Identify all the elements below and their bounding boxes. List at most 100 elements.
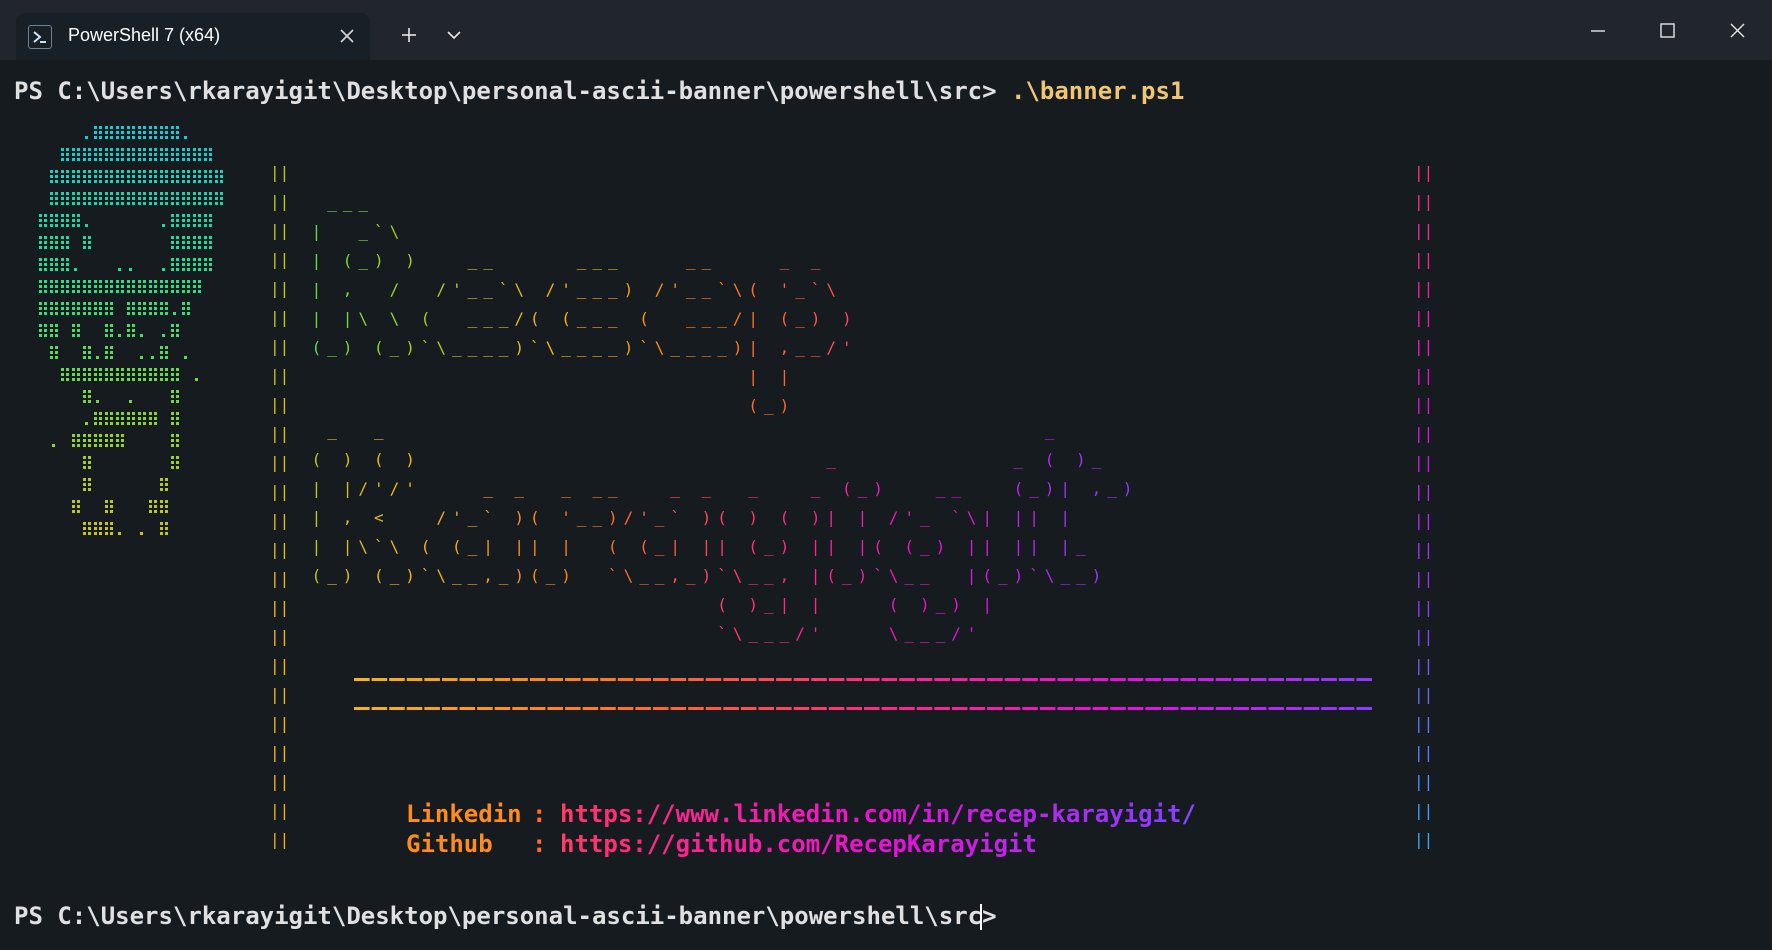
- svg-text:(: (: [717, 508, 727, 527]
- svg-text:): ): [748, 508, 758, 527]
- svg-text:_: _: [998, 566, 1008, 585]
- svg-text:_: _: [468, 537, 478, 556]
- svg-text:): ): [702, 508, 712, 527]
- svg-text:|: |: [1014, 537, 1024, 556]
- svg-text:/: /: [733, 309, 743, 328]
- svg-text:(: (: [873, 537, 883, 556]
- svg-text:_: _: [811, 338, 821, 357]
- linkedin-url[interactable]: https://www.linkedin.com/in/recep-karayi…: [560, 798, 1196, 830]
- svg-text:': ': [780, 280, 790, 299]
- svg-text:_: _: [764, 537, 774, 556]
- svg-text:_: _: [858, 479, 868, 498]
- svg-text:|: |: [702, 537, 712, 556]
- border-left: ||: [270, 424, 289, 443]
- svg-text:): ): [405, 251, 415, 270]
- svg-text:): ): [624, 338, 634, 357]
- surname-art-row: () _ | | () _) |: [717, 595, 992, 614]
- svg-text:): ): [514, 338, 524, 357]
- tab-powershell[interactable]: PowerShell 7 (x64): [16, 13, 370, 60]
- svg-text:_: _: [468, 338, 478, 357]
- minimize-button[interactable]: [1562, 0, 1632, 60]
- border-left: ||: [270, 540, 289, 559]
- svg-text:`: `: [951, 508, 961, 527]
- svg-text:(: (: [312, 566, 322, 585]
- svg-text:): ): [405, 566, 415, 585]
- svg-text:_: _: [577, 309, 587, 328]
- border-right: ||: [1414, 482, 1433, 501]
- svg-text:\: \: [889, 624, 899, 643]
- svg-text:): ): [748, 595, 758, 614]
- terminal-output[interactable]: PS C:\Users\rkarayigit\Desktop\personal-…: [0, 60, 1772, 950]
- svg-text:|: |: [982, 508, 992, 527]
- avatar-row: [52, 434, 179, 447]
- svg-text:|: |: [483, 537, 493, 556]
- svg-text:_: _: [483, 251, 493, 270]
- svg-text:|: |: [858, 508, 868, 527]
- svg-text:|: |: [826, 508, 836, 527]
- svg-text:): ): [514, 566, 524, 585]
- border-right: ||: [1414, 569, 1433, 588]
- surname-art-row: _ _ _: [327, 421, 1055, 440]
- svg-text:): ): [1076, 450, 1086, 469]
- svg-text:_: _: [936, 624, 946, 643]
- svg-text:_: _: [842, 566, 852, 585]
- svg-text:_: _: [702, 338, 712, 357]
- svg-text:`: `: [421, 566, 431, 585]
- name-art-row: |, / / ' _ _ ` \ / ' _ _ _) / ' _ _ ` \ (' _ ` \: [312, 280, 836, 299]
- svg-text:(: (: [780, 309, 790, 328]
- close-window-button[interactable]: [1702, 0, 1772, 60]
- avatar-row: [39, 280, 201, 293]
- svg-text:_: _: [686, 309, 696, 328]
- border-left: ||: [270, 395, 289, 414]
- svg-text:\: \: [436, 566, 446, 585]
- svg-text:,: ,: [343, 280, 353, 299]
- maximize-button[interactable]: [1632, 0, 1702, 60]
- svg-text:_: _: [686, 338, 696, 357]
- close-icon[interactable]: [332, 21, 362, 51]
- avatar-row: [39, 236, 212, 249]
- svg-text:|: |: [312, 479, 322, 498]
- powershell-icon: [28, 25, 52, 49]
- new-tab-button[interactable]: [392, 13, 426, 57]
- name-art-row: | (_)) _ _ _ _ _ _ _ _ _: [312, 251, 821, 270]
- svg-text:_: _: [374, 421, 384, 440]
- border-right: ||: [1414, 656, 1433, 675]
- svg-text:,: ,: [343, 508, 353, 527]
- surname-art-row: ` \ _ _ _ / ' \ _ _ _ / ': [717, 624, 976, 643]
- svg-text:(: (: [312, 450, 322, 469]
- svg-text:,: ,: [1092, 479, 1102, 498]
- svg-text:_: _: [1107, 479, 1117, 498]
- svg-text:|: |: [717, 537, 727, 556]
- border-left: ||: [270, 743, 289, 762]
- svg-text:': ': [452, 280, 462, 299]
- svg-text:\: \: [390, 537, 400, 556]
- tab-dropdown-button[interactable]: [438, 13, 470, 57]
- svg-text:_: _: [717, 309, 727, 328]
- avatar-row: [83, 390, 179, 403]
- svg-text:(: (: [1014, 479, 1024, 498]
- svg-text:|: |: [343, 479, 353, 498]
- svg-text:_: _: [452, 566, 462, 585]
- border-left: ||: [270, 772, 289, 791]
- border-left: ||: [270, 250, 289, 269]
- name-art-row: | | \ \ (_ _ _ / ((_ _ _ (_ _ _ / | (_)): [312, 309, 852, 328]
- svg-text:_: _: [920, 537, 930, 556]
- svg-text:_: _: [343, 193, 353, 212]
- svg-text:|: |: [312, 537, 322, 556]
- svg-text:_: _: [327, 193, 337, 212]
- command-text: .\banner.ps1: [1011, 77, 1185, 105]
- close-icon: [1730, 23, 1745, 38]
- svg-text:_: _: [826, 450, 836, 469]
- svg-text:`: `: [717, 280, 727, 299]
- svg-text:(: (: [748, 396, 758, 415]
- svg-text:(: (: [452, 537, 462, 556]
- svg-text:|: |: [1014, 508, 1024, 527]
- border-left: ||: [270, 482, 289, 501]
- svg-text:_: _: [764, 624, 774, 643]
- svg-text:|: |: [561, 537, 571, 556]
- svg-text:_: _: [561, 479, 571, 498]
- svg-text:|: |: [780, 595, 790, 614]
- svg-text:(: (: [748, 280, 758, 299]
- svg-text:_: _: [358, 251, 368, 270]
- github-url[interactable]: https://github.com/RecepKarayigit: [560, 828, 1037, 860]
